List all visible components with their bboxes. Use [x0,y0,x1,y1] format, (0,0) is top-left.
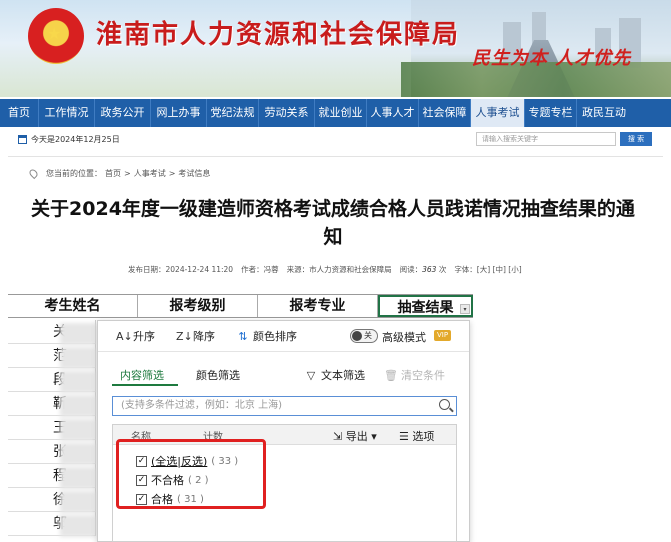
publish-date: 发布日期：2024-12-24 11:20 [128,265,234,274]
sheet-header-row: 考生姓名 报考级别 报考专业 抽查结果 ▾ [8,294,473,318]
main-nav: 首页 工作情况 政务公开 网上办事 党纪法规 劳动关系 就业创业 人事人才 社会… [0,99,671,127]
search-icon[interactable] [439,399,450,410]
export-button[interactable]: ⇲ 导出 ▾ [333,428,377,444]
views-unit: 次 [438,265,447,274]
nav-item-employment[interactable]: 就业创业 [315,99,367,127]
national-emblem-icon: ★ [28,8,84,64]
header-check-result-label: 抽查结果 [397,300,454,316]
site-search-button[interactable]: 搜 索 [620,132,652,146]
tab-content-filter[interactable]: 内容筛选 [120,367,164,383]
color-sort-icon: ⇅ [238,329,248,343]
date-row: 今天是2024年12月25日 [18,134,120,145]
toggle-knob [352,331,362,341]
nav-item-social-security[interactable]: 社会保障 [419,99,471,127]
nav-item-laws[interactable]: 党纪法规 [207,99,259,127]
sort-asc-icon: A↓ [116,329,133,343]
nav-item-gov-open[interactable]: 政务公开 [95,99,151,127]
font-size-controls[interactable]: 字体：[大] [中] [小] [454,264,521,275]
breadcrumb-home[interactable]: 首页 [105,168,121,179]
text-filter-label: 文本筛选 [321,369,365,382]
source: 来源：市人力资源和社会保障局 [286,265,392,274]
advanced-mode-toggle[interactable]: 关 [350,329,378,343]
views-count: 363 [422,265,437,274]
article-box: 您当前的位置： 首页 > 人事考试 > 考试信息 关于2024年度一级建造师资格… [8,156,663,286]
nav-item-talent[interactable]: 人事人才 [367,99,419,127]
filter-search-input[interactable]: (支持多条件过滤，例如：北京 上海) [112,396,457,416]
options-label: 选项 [412,430,435,443]
redaction-blur [60,443,96,465]
breadcrumb-prefix: 您当前的位置： [46,169,102,178]
views-label: 阅读： [399,265,423,274]
redaction-blur [60,515,96,537]
article-title: 关于2024年度一级建造师资格考试成绩合格人员践诺情况抽查结果的通知 [31,198,635,248]
export-icon: ⇲ [333,430,343,443]
location-pin-icon [27,167,40,180]
color-sort-button[interactable]: ⇅ 颜色排序 [236,328,297,344]
views: 阅读：363 次 [400,264,447,275]
highlight-annotation-box [116,439,266,509]
redaction-blur [60,467,96,489]
site-title[interactable]: 淮南市人力资源和社会保障局 [96,14,460,51]
breadcrumb-sep: > [124,169,131,178]
calendar-icon [18,135,27,144]
site-search-input[interactable]: 请输入搜索关键字 [476,132,616,146]
redaction-blur [60,323,96,345]
redaction-blur [60,491,96,513]
divider [98,351,469,352]
breadcrumb: 您当前的位置： 首页 > 人事考试 > 考试信息 [27,167,210,180]
active-tab-underline [112,384,178,386]
nav-item-home[interactable]: 首页 [0,99,39,127]
header-candidate-name[interactable]: 考生姓名 [8,295,138,317]
clear-conditions-label: 清空条件 [401,369,445,382]
nav-item-work[interactable]: 工作情况 [39,99,95,127]
advanced-mode-label: 高级模式 [382,331,426,344]
header-level[interactable]: 报考级别 [138,295,258,317]
color-sort-label: 颜色排序 [253,330,297,343]
header-major[interactable]: 报考专业 [258,295,378,317]
nav-item-exam[interactable]: 人事考试 [471,99,525,127]
author: 作者：冯蓉 [241,265,279,274]
screenshot-root: ★ 淮南市人力资源和社会保障局 民生为本 人才优先 首页 工作情况 政务公开 网… [0,0,671,542]
redaction-blur [60,371,96,393]
breadcrumb-exam[interactable]: 人事考试 [134,168,166,179]
breadcrumb-exam-info[interactable]: 考试信息 [178,168,210,179]
menu-icon: ☰ [399,430,409,443]
trash-icon: 🗑 [384,368,398,382]
toggle-state: 关 [364,331,372,340]
sort-desc-button[interactable]: Z↓ 降序 [176,328,215,344]
options-button[interactable]: ☰ 选项 [399,428,434,444]
sort-desc-label: 降序 [193,330,215,343]
tab-color-filter[interactable]: 颜色筛选 [196,367,240,383]
header-banner: ★ 淮南市人力资源和社会保障局 民生为本 人才优先 [0,0,671,97]
nav-item-labor[interactable]: 劳动关系 [259,99,315,127]
text-filter-button[interactable]: ▽ 文本筛选 [304,367,365,383]
sort-asc-button[interactable]: A↓ 升序 [116,328,155,344]
redaction-blur [60,347,96,369]
nav-item-topics[interactable]: 专题专栏 [525,99,577,127]
sort-desc-icon: Z↓ [176,329,193,343]
site-slogan: 民生为本 人才优先 [472,48,632,69]
article-meta: 发布日期：2024-12-24 11:20 作者：冯蓉 来源：市人力资源和社会保… [128,264,522,275]
current-date: 今天是2024年12月25日 [31,135,120,144]
redaction-blur [60,419,96,441]
nav-item-online[interactable]: 网上办事 [151,99,207,127]
clear-conditions-button[interactable]: 🗑 清空条件 [384,367,445,383]
header-check-result[interactable]: 抽查结果 ▾ [378,295,473,317]
vip-badge: VIP [434,330,452,341]
sort-asc-label: 升序 [133,330,155,343]
redaction-blur [60,395,96,417]
export-label: 导出 [345,430,368,443]
breadcrumb-sep: > [168,169,176,178]
nav-item-interaction[interactable]: 政民互动 [577,99,631,127]
filter-dropdown-icon[interactable]: ▾ [460,304,470,314]
filter-search-placeholder: (支持多条件过滤，例如：北京 上海) [121,400,282,411]
funnel-icon: ▽ [306,368,316,382]
